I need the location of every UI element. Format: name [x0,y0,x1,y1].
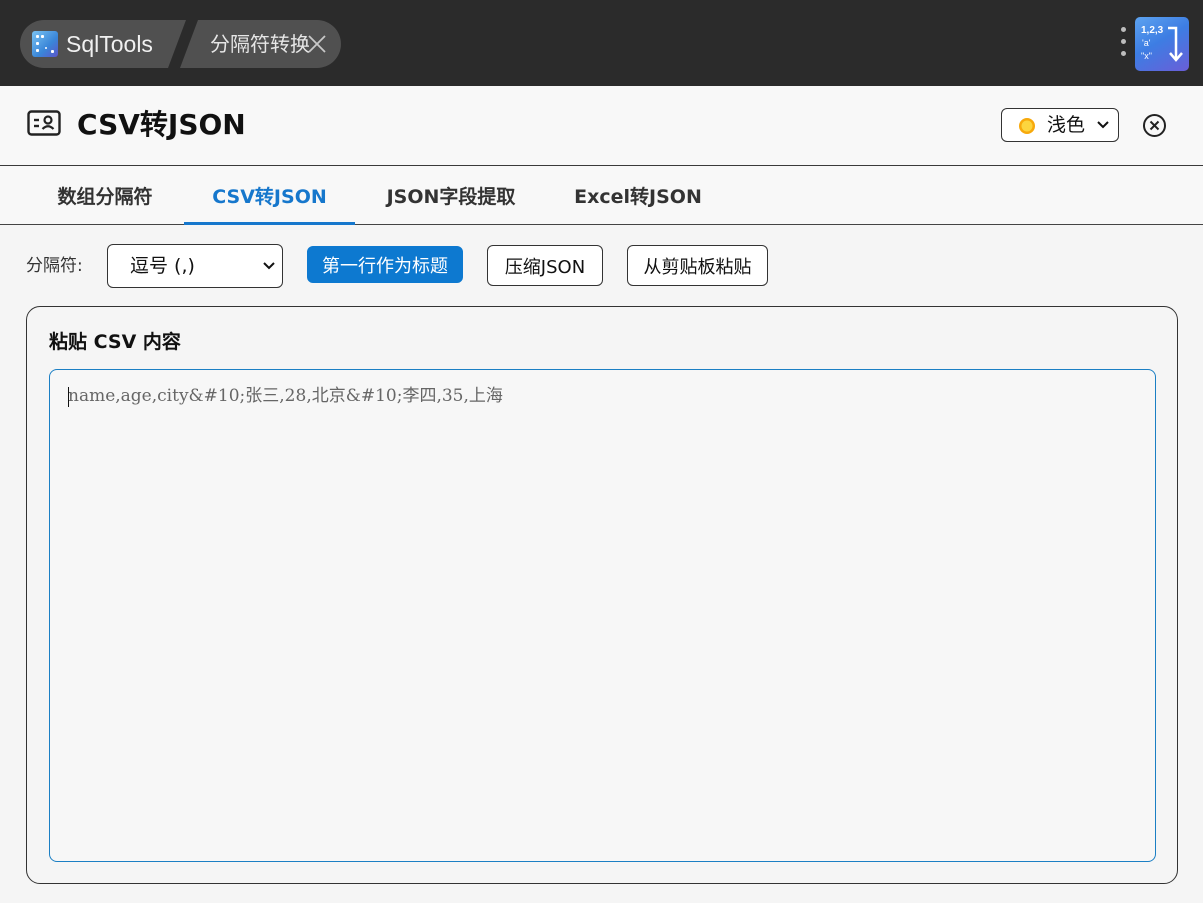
page-header: CSV转JSON 浅色 [0,86,1203,166]
chevron-down-icon [1097,121,1109,129]
main-window: CSV转JSON 浅色 数组分隔符 CSV转JSON JSON字段提取 Exce… [0,86,1203,903]
app-name: SqlTools [66,31,153,57]
tab-divider [168,20,198,68]
text-caret [68,387,69,407]
page-title: CSV转JSON [77,108,246,141]
separator-label: 分隔符: [26,256,83,276]
current-tab-title[interactable]: 分隔符转换 [210,32,310,56]
sun-icon [1019,118,1035,134]
badge-line-2: 'a' [1142,38,1151,48]
tab-array-separator[interactable]: 数组分隔符 [36,166,174,224]
badge-line-3: "x" [1141,51,1152,61]
sqltools-app-icon [32,31,58,57]
separator-select[interactable]: 逗号 (,) [107,244,283,288]
tab-close-icon[interactable] [306,33,328,55]
down-arrow-icon [1168,26,1183,62]
close-circle-icon[interactable] [1142,113,1167,138]
tab-csv-to-json[interactable]: CSV转JSON [184,166,355,225]
separator-value: 逗号 (,) [130,255,195,277]
csv-json-badge-icon[interactable]: 1,2,3 'a' "x" [1135,17,1189,71]
tab-excel-to-json[interactable]: Excel转JSON [563,166,713,224]
paste-from-clipboard-button[interactable]: 从剪贴板粘贴 [627,245,768,286]
chevron-down-icon [263,262,275,270]
more-options-icon[interactable] [1118,27,1130,63]
tab-json-field-extract[interactable]: JSON字段提取 [369,166,533,224]
panel-title: 粘贴 CSV 内容 [49,331,181,353]
tool-tabs: 数组分隔符 CSV转JSON JSON字段提取 Excel转JSON [0,166,1203,225]
header-row-toggle-button[interactable]: 第一行作为标题 [307,246,463,283]
app-tab-pill[interactable]: SqlTools 分隔符转换 [20,20,341,68]
theme-label: 浅色 [1047,114,1086,136]
csv-input-textarea[interactable]: name,age,city&#10;张三,28,北京&#10;李四,35,上海 [49,369,1156,862]
options-toolbar: 分隔符: 逗号 (,) 第一行作为标题 压缩JSON 从剪贴板粘贴 [0,225,1203,305]
app-home-segment[interactable]: SqlTools [20,20,185,68]
csv-input-panel: 粘贴 CSV 内容 name,age,city&#10;张三,28,北京&#10… [26,306,1178,884]
theme-dropdown[interactable]: 浅色 [1001,108,1119,142]
title-bar: SqlTools 分隔符转换 1,2,3 'a' "x" [0,0,1203,86]
card-icon [27,110,61,136]
textarea-placeholder: name,age,city&#10;张三,28,北京&#10;李四,35,上海 [68,386,503,406]
compress-json-button[interactable]: 压缩JSON [487,245,603,286]
badge-line-1: 1,2,3 [1141,25,1164,36]
